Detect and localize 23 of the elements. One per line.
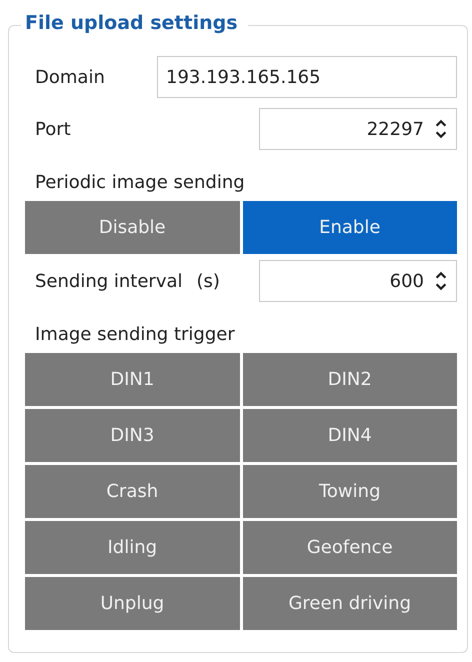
field-label: Domain [34,66,105,88]
input-field[interactable]: 193.193.165.165 [157,56,457,98]
toggle-button[interactable]: Geofence [242,521,457,574]
field-label: Port [34,118,71,140]
input-field[interactable]: 600 [259,260,457,302]
spinner-arrows-icon[interactable] [434,118,448,140]
toggle-button[interactable]: Unplug [25,577,240,630]
section-label: Periodic image sending [34,172,246,193]
toggle-button[interactable]: Green driving [242,577,457,630]
field-label: Sending interval [34,270,183,292]
unit-label: (s) [196,270,220,292]
input-field[interactable]: 22297 [259,108,457,150]
toggle-button[interactable]: Idling [25,521,240,574]
toggle-button[interactable]: DIN3 [25,409,240,462]
toggle-button[interactable]: Enable [242,201,457,254]
toggle-button[interactable]: Towing [242,465,457,518]
toggle-button[interactable]: DIN2 [242,353,457,406]
toggle-button[interactable]: DIN4 [242,409,457,462]
toggle-button[interactable]: Crash [25,465,240,518]
spinner-arrows-icon[interactable] [434,270,448,292]
toggle-button[interactable]: DIN1 [25,353,240,406]
section-label: Image sending trigger [34,324,236,345]
toggle-button[interactable]: Disable [25,201,240,254]
